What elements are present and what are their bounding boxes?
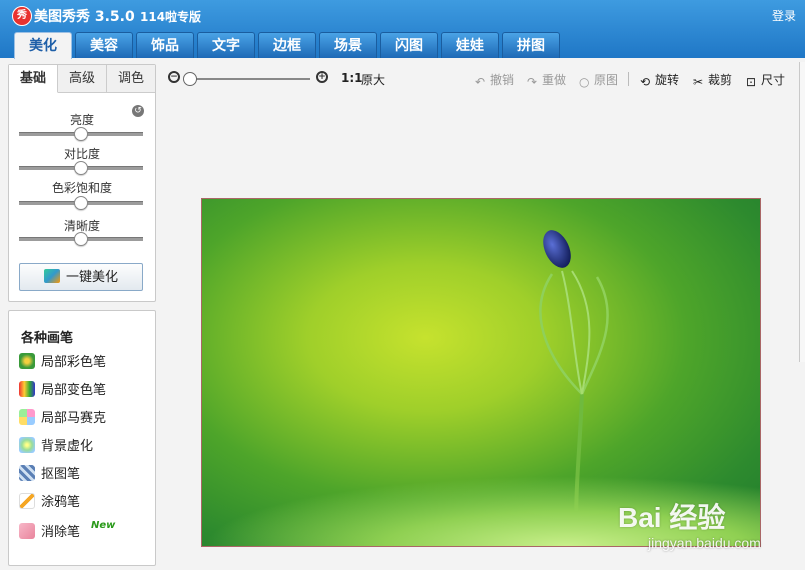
rotate-button[interactable]: ⟲ 旋转 — [640, 71, 680, 89]
saturation-label: 色彩饱和度 — [51, 181, 112, 195]
color-pen-icon — [19, 353, 35, 369]
brush-item-label: 局部变色笔 — [41, 383, 107, 398]
contrast-slider-knob[interactable] — [74, 161, 88, 175]
one-key-beautify-label: 一键美化 — [65, 270, 118, 285]
subtab-basic[interactable]: 基础 — [9, 65, 58, 93]
app-edition: 114啦专版 — [140, 10, 202, 24]
new-badge: New — [91, 520, 116, 531]
brush-panel-title: 各种画笔 — [21, 331, 74, 346]
brush-item-color-pen[interactable]: 局部彩色笔 — [19, 353, 106, 373]
cutout-icon — [19, 465, 35, 481]
tab-collage[interactable]: 拼图 — [502, 32, 560, 58]
zoom-out-icon[interactable]: − — [168, 71, 180, 83]
brush-item-doodle[interactable]: 涂鸦笔 — [19, 493, 80, 513]
brush-item-label: 局部彩色笔 — [41, 355, 107, 370]
brightness-slider-knob[interactable] — [74, 127, 88, 141]
original-image-button[interactable]: ○ 原图 — [579, 71, 619, 89]
brush-panel: 各种画笔 局部彩色笔 局部变色笔 局部马赛克 背景虚化 抠图笔 涂鸦笔 消除笔 … — [8, 310, 156, 566]
undo-icon: ↶ — [475, 75, 486, 89]
brush-item-recolor-pen[interactable]: 局部变色笔 — [19, 381, 106, 401]
app-title: 美图秀秀 3.5.0 — [34, 9, 135, 25]
right-panel-edge — [799, 62, 805, 362]
brush-item-background-blur[interactable]: 背景虚化 — [19, 437, 93, 457]
redo-icon: ↷ — [527, 75, 538, 89]
crop-button[interactable]: ✂ 裁剪 — [693, 71, 733, 89]
eraser-icon — [19, 523, 35, 539]
image-toolbar: − + 1:1 原大 ↶ 撤销 ↷ 重做 ○ 原图 ⟲ 旋转 ✂ 裁剪 ⊡ 尺寸 — [166, 68, 796, 92]
tab-doll[interactable]: 娃娃 — [441, 32, 499, 58]
zoom-slider[interactable] — [190, 78, 310, 80]
photo-canvas[interactable] — [201, 198, 761, 547]
rotate-icon: ⟲ — [640, 75, 651, 89]
tab-flash[interactable]: 闪图 — [380, 32, 438, 58]
brush-item-label: 涂鸦笔 — [41, 495, 81, 510]
redo-label: 重做 — [542, 73, 567, 87]
undo-button[interactable]: ↶ 撤销 — [475, 71, 515, 89]
login-link[interactable]: 登录 — [772, 7, 796, 24]
tab-beautify[interactable]: 美化 — [14, 32, 72, 59]
resize-icon: ⊡ — [746, 75, 757, 89]
original-image-icon: ○ — [579, 75, 590, 89]
redo-button[interactable]: ↷ 重做 — [527, 71, 567, 89]
brightness-label: 亮度 — [69, 113, 94, 127]
title-bar: 秀 美图秀秀 3.5.0 114啦专版 登录 美化 美容 饰品 文字 边框 场景… — [0, 0, 805, 59]
contrast-label: 对比度 — [63, 147, 100, 161]
zoom-in-icon[interactable]: + — [316, 71, 328, 83]
undo-label: 撤销 — [490, 73, 515, 87]
doodle-icon — [19, 493, 35, 509]
resize-label: 尺寸 — [761, 73, 786, 87]
tab-scene[interactable]: 场景 — [319, 32, 377, 58]
magic-wand-icon — [43, 269, 60, 283]
mosaic-icon — [19, 409, 35, 425]
saturation-slider-knob[interactable] — [74, 196, 88, 210]
sharpness-slider-knob[interactable] — [74, 232, 88, 246]
subtab-advanced[interactable]: 高级 — [58, 65, 107, 93]
one-key-beautify-button[interactable]: 一键美化 — [19, 263, 143, 291]
blur-icon — [19, 437, 35, 453]
toolbar-separator — [628, 72, 629, 86]
adjust-panel: 基础 高级 调色 ↺ 亮度 对比度 色彩饱和度 清晰度 一键美化 — [8, 64, 156, 302]
brush-item-label: 抠图笔 — [41, 467, 81, 482]
brush-item-mosaic[interactable]: 局部马赛克 — [19, 409, 106, 429]
crop-label: 裁剪 — [708, 73, 733, 87]
baidu-watermark: Bai 经验 — [618, 502, 726, 533]
original-image-label: 原图 — [594, 73, 619, 87]
recolor-pen-icon — [19, 381, 35, 397]
resize-button[interactable]: ⊡ 尺寸 — [746, 71, 786, 89]
brush-item-label: 局部马赛克 — [41, 411, 107, 426]
zoom-slider-knob[interactable] — [183, 72, 197, 86]
baidu-watermark-url: jingyan.baidu.com — [648, 535, 761, 551]
actual-size-ratio[interactable]: 1:1 — [341, 71, 363, 85]
actual-size-button[interactable]: 原大 — [361, 71, 385, 88]
crop-icon: ✂ — [693, 75, 704, 89]
brush-item-label: 背景虚化 — [41, 439, 94, 454]
app-logo-icon: 秀 — [12, 6, 32, 26]
tab-accessories[interactable]: 饰品 — [136, 32, 194, 58]
tab-face[interactable]: 美容 — [75, 32, 133, 58]
brush-item-label: 消除笔 — [41, 525, 81, 540]
tab-frame[interactable]: 边框 — [258, 32, 316, 58]
brush-item-eraser[interactable]: 消除笔 New — [19, 520, 115, 543]
subtab-color[interactable]: 调色 — [107, 65, 155, 93]
tab-text[interactable]: 文字 — [197, 32, 255, 58]
brush-item-cutout[interactable]: 抠图笔 — [19, 465, 80, 485]
rotate-label: 旋转 — [655, 73, 680, 87]
